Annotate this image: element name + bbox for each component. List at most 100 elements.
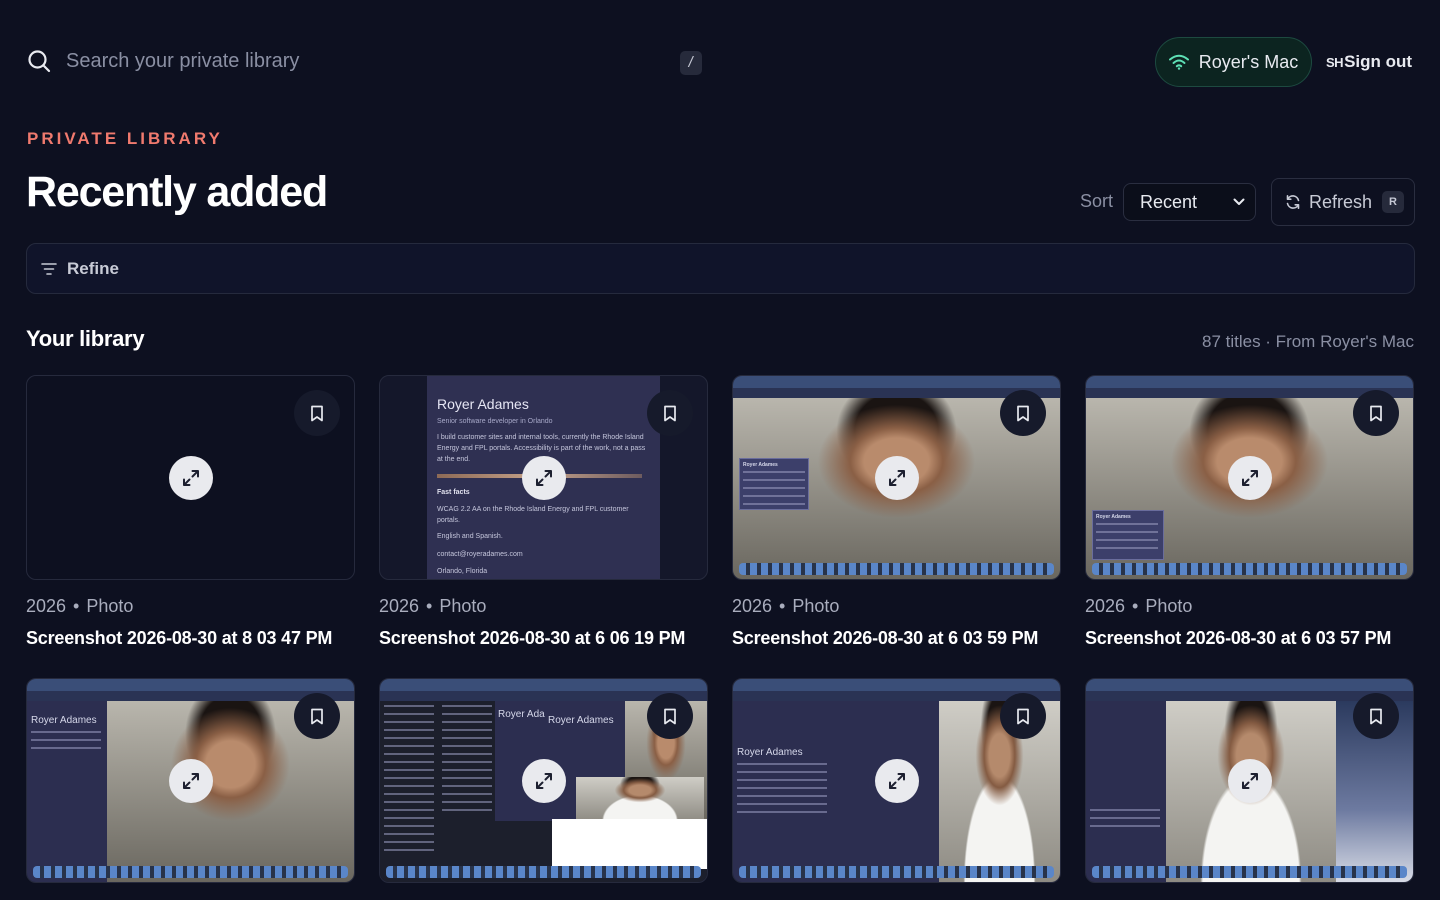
library-card[interactable]: Royer Adames xyxy=(732,678,1061,883)
thumbnail-text-lines xyxy=(384,705,434,855)
card-meta: 2026 • Photo xyxy=(26,596,355,618)
bookmark-button[interactable] xyxy=(647,390,693,436)
thumbnail-dock xyxy=(739,563,1054,575)
expand-button[interactable] xyxy=(874,758,919,803)
thumbnail-preview-name: Royer Adames xyxy=(1096,514,1131,520)
expand-button[interactable] xyxy=(521,758,566,803)
thumbnail-dock xyxy=(1092,563,1407,575)
thumbnail-browser-chrome xyxy=(733,376,1060,388)
library-card[interactable]: 2026 • Photo Screenshot 2026-08-30 at 8 03… xyxy=(26,375,355,649)
library-card[interactable]: Royer Adames 2026 • Photo Screenshot 2026-… xyxy=(1085,375,1414,649)
thumbnail-text-lines xyxy=(1090,809,1160,829)
card-title[interactable]: Screenshot 2026-08-30 at 6 06 19 PM xyxy=(379,628,708,649)
thumbnail-browser-chrome xyxy=(733,679,1060,691)
card-title[interactable]: Screenshot 2026-08-30 at 6 03 57 PM xyxy=(1085,628,1414,649)
bookmark-icon xyxy=(1017,405,1029,421)
bookmark-icon xyxy=(664,405,676,421)
preview-email: contact@royeradames.com xyxy=(437,551,523,558)
sign-out-button[interactable]: SH Sign out xyxy=(1326,50,1412,74)
expand-button[interactable] xyxy=(1227,758,1272,803)
library-card[interactable]: Royer Adames xyxy=(26,678,355,883)
card-year: 2026 xyxy=(732,596,773,616)
refresh-label: Refresh xyxy=(1309,191,1373,212)
card-thumbnail[interactable]: Royer Adames xyxy=(1085,375,1414,580)
avatar: SH xyxy=(1326,54,1344,70)
bookmark-button[interactable] xyxy=(294,390,340,436)
thumbnail-text-lines xyxy=(737,763,827,813)
thumbnail-text-lines xyxy=(442,705,492,815)
card-title[interactable]: Screenshot 2026-08-30 at 6 03 59 PM xyxy=(732,628,1061,649)
bookmark-icon xyxy=(664,708,676,724)
card-meta: 2026 • Photo xyxy=(1085,596,1414,618)
sort-label: Sort xyxy=(1080,191,1114,211)
expand-button[interactable] xyxy=(521,455,566,500)
search-input[interactable] xyxy=(58,42,658,80)
card-year: 2026 xyxy=(26,596,67,616)
meta-separator: • xyxy=(779,596,786,616)
section-eyebrow: PRIVATE LIBRARY xyxy=(27,129,223,148)
library-card[interactable]: Royer Adames 2026 • Photo Screenshot 2026-… xyxy=(732,375,1061,649)
preview-name: Royer Adames xyxy=(437,396,529,412)
preview-role: Senior software developer in Orlando xyxy=(437,418,553,425)
bookmark-button[interactable] xyxy=(1000,693,1046,739)
expand-icon xyxy=(535,469,552,486)
thumbnail-dock xyxy=(1092,866,1407,878)
bookmark-button[interactable] xyxy=(294,693,340,739)
thumbnail-text-lines xyxy=(1096,523,1158,555)
bookmark-button[interactable] xyxy=(1353,693,1399,739)
thumbnail-overlay-card: Royer Adames xyxy=(1092,510,1164,560)
library-card[interactable]: Royer Adames Senior software developer i… xyxy=(379,375,708,649)
card-thumbnail[interactable] xyxy=(1085,678,1414,883)
bookmark-icon xyxy=(311,708,323,724)
meta-separator: • xyxy=(426,596,433,616)
refine-label: Refine xyxy=(67,258,119,278)
device-selector-button[interactable]: Royer's Mac xyxy=(1155,37,1312,87)
expand-button[interactable] xyxy=(168,758,213,803)
thumbnail-dock xyxy=(33,866,348,878)
expand-icon xyxy=(1241,772,1258,789)
thumbnail-overlay-card: Royer Adames xyxy=(739,458,809,510)
expand-icon xyxy=(182,469,199,486)
sort-selected-value: Recent xyxy=(1140,191,1198,212)
wifi-icon xyxy=(1168,54,1189,70)
meta-separator: • xyxy=(1132,596,1139,616)
thumbnail-photo xyxy=(576,777,704,821)
card-thumbnail[interactable] xyxy=(26,375,355,580)
top-bar: / Royer's Mac SH Sign out xyxy=(0,0,1440,124)
bookmark-button[interactable] xyxy=(1353,390,1399,436)
card-thumbnail[interactable]: Royer Adames Senior software developer i… xyxy=(379,375,708,580)
card-thumbnail[interactable]: Royer Ada Royer Adames xyxy=(379,678,708,883)
refine-filter-bar[interactable]: Refine xyxy=(26,243,1415,294)
preview-facts-heading: Fast facts xyxy=(437,489,470,496)
preview-fact: English and Spanish. xyxy=(437,533,503,540)
thumbnail-dock xyxy=(739,866,1054,878)
card-type: Photo xyxy=(792,596,840,616)
refresh-button[interactable]: Refresh R xyxy=(1271,178,1415,226)
bookmark-button[interactable] xyxy=(1000,390,1046,436)
refresh-shortcut-hint: R xyxy=(1382,191,1405,213)
thumbnail-browser-chrome xyxy=(380,679,707,691)
thumbnail-dock xyxy=(386,866,701,878)
sort-select[interactable]: Recent xyxy=(1123,183,1256,221)
library-title: Your library xyxy=(26,326,145,351)
card-thumbnail[interactable]: Royer Adames xyxy=(26,678,355,883)
card-year: 2026 xyxy=(379,596,420,616)
bookmark-icon xyxy=(1370,708,1382,724)
card-meta: 2026 • Photo xyxy=(379,596,708,618)
library-card[interactable]: Royer Ada Royer Adames xyxy=(379,678,708,883)
bookmark-icon xyxy=(1370,405,1382,421)
expand-button[interactable] xyxy=(168,455,213,500)
card-thumbnail[interactable]: Royer Adames xyxy=(732,678,1061,883)
thumbnail-preview-name: Royer Adames xyxy=(743,462,778,468)
chevron-down-icon xyxy=(1233,198,1245,205)
card-title[interactable]: Screenshot 2026-08-30 at 8 03 47 PM xyxy=(26,628,355,649)
expand-button[interactable] xyxy=(1227,455,1272,500)
card-thumbnail[interactable]: Royer Adames xyxy=(732,375,1061,580)
thumbnail-preview-name: Royer Adames xyxy=(31,715,97,726)
expand-button[interactable] xyxy=(874,455,919,500)
card-year: 2026 xyxy=(1085,596,1126,616)
library-card[interactable] xyxy=(1085,678,1414,883)
bookmark-button[interactable] xyxy=(647,693,693,739)
filter-icon xyxy=(41,262,57,275)
refresh-icon xyxy=(1286,195,1300,209)
